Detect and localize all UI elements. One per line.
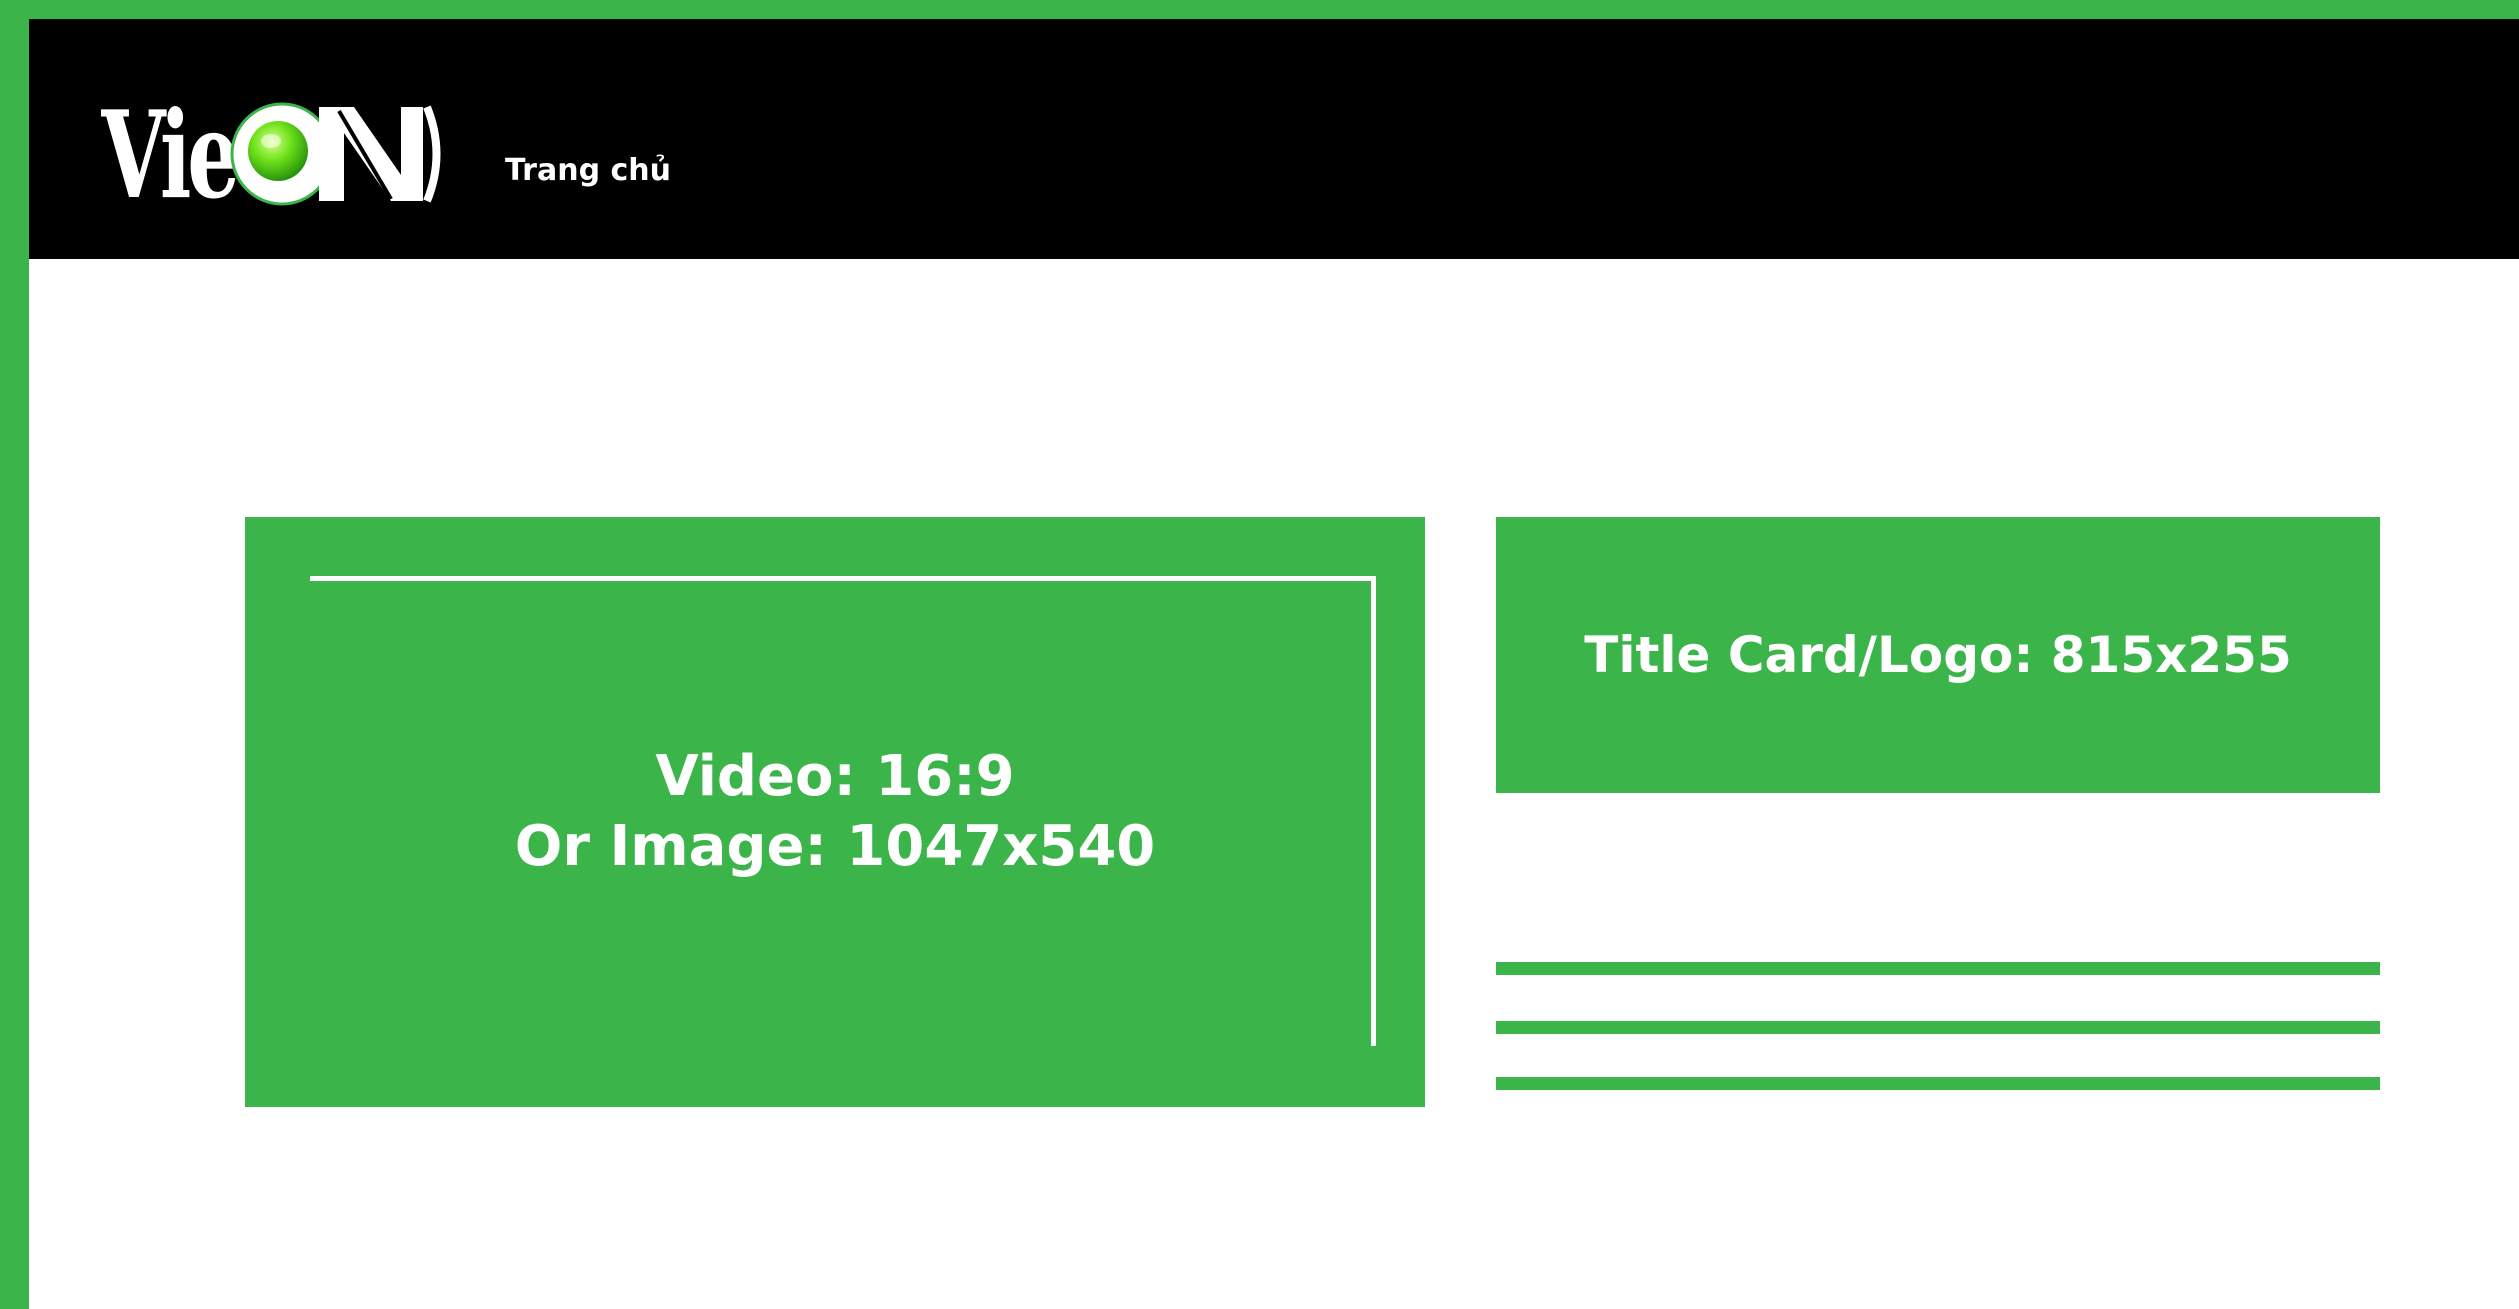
nav-home-link[interactable]: Trang chủ (505, 151, 671, 191)
description-line (1496, 962, 2380, 975)
title-card-placeholder: Title Card/Logo: 815x255 (1496, 517, 2380, 793)
page-canvas: Vie Trang chủ Video: 16:9 Or Image: 1047… (29, 19, 2519, 1309)
video-placeholder-text: Video: 16:9 Or Image: 1047x540 (245, 517, 1425, 1107)
image-size-label: Or Image: 1047x540 (514, 814, 1156, 879)
video-placeholder[interactable]: Video: 16:9 Or Image: 1047x540 (245, 517, 1425, 1107)
title-card-label: Title Card/Logo: 815x255 (1584, 626, 2292, 684)
vieon-logo-icon[interactable]: Vie (101, 99, 471, 229)
description-line (1496, 1077, 2380, 1090)
video-label: Video: 16:9 (655, 744, 1015, 809)
top-header: Vie Trang chủ (29, 19, 2519, 259)
description-line (1496, 1021, 2380, 1034)
svg-text:Vie: Vie (101, 99, 236, 226)
